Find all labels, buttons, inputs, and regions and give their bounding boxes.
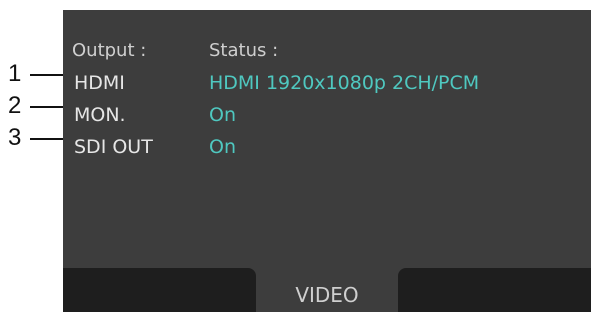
output-column-header: Output : <box>72 40 147 61</box>
callout-number: 3 <box>8 124 22 151</box>
output-label-hdmi: HDMI <box>74 72 125 94</box>
right-tab-button[interactable] <box>398 268 591 312</box>
output-label-mon: MON. <box>74 104 126 126</box>
status-value-sdi-out: On <box>209 136 236 158</box>
status-column-header: Status : <box>209 40 279 61</box>
callout-number: 1 <box>8 60 22 87</box>
left-tab-button[interactable] <box>63 268 256 312</box>
status-value-mon: On <box>209 104 236 126</box>
output-label-sdi-out: SDI OUT <box>74 136 153 158</box>
callout-number: 2 <box>8 92 22 119</box>
output-status-screen: Output : Status : HDMI HDMI 1920x1080p 2… <box>63 10 591 312</box>
video-tab-label: VIDEO <box>295 283 359 307</box>
status-value-hdmi: HDMI 1920x1080p 2CH/PCM <box>209 72 480 94</box>
